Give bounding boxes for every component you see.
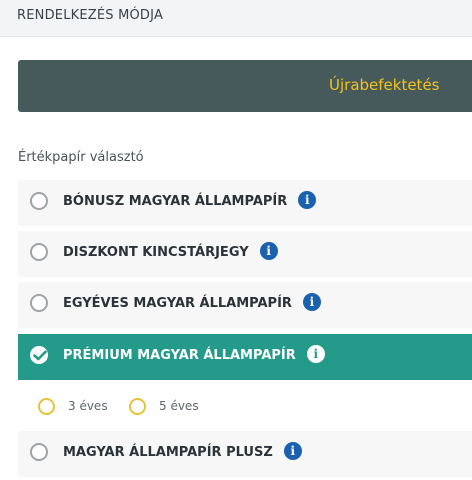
security-option-egyeves[interactable]: EGYÉVES MAGYAR ÁLLAMPAPÍR i <box>18 282 472 328</box>
security-option-text: BÓNUSZ MAGYAR ÁLLAMPAPÍR <box>63 194 288 209</box>
term-option-label: 3 éves <box>68 399 108 413</box>
security-option-plusz[interactable]: MAGYAR ÁLLAMPAPÍR PLUSZ i <box>18 431 472 477</box>
reinvest-button[interactable]: Újrabefektetés <box>18 60 472 112</box>
security-option-text: EGYÉVES MAGYAR ÁLLAMPAPÍR <box>63 296 292 311</box>
security-option-label: PRÉMIUM MAGYAR ÁLLAMPAPÍR i <box>63 345 325 363</box>
security-option-bonusz[interactable]: BÓNUSZ MAGYAR ÁLLAMPAPÍR i <box>18 180 472 226</box>
info-icon[interactable]: i <box>283 442 302 460</box>
radio-button[interactable] <box>38 398 55 415</box>
radio-button[interactable] <box>30 443 48 461</box>
section-header: RENDELKEZÉS MÓDJA <box>0 0 472 37</box>
radio-button[interactable] <box>30 294 48 312</box>
securities-selector-label: Értékpapír választó <box>18 150 144 165</box>
term-option-label: 5 éves <box>159 399 199 413</box>
radio-button[interactable] <box>30 243 48 261</box>
section-title: RENDELKEZÉS MÓDJA <box>17 8 164 23</box>
security-option-label: MAGYAR ÁLLAMPAPÍR PLUSZ i <box>63 442 302 460</box>
checkmark-icon <box>33 350 47 361</box>
radio-button-checked[interactable] <box>30 346 48 364</box>
reinvest-button-label: Újrabefektetés <box>329 76 440 94</box>
security-option-diszkont[interactable]: DISZKONT KINCSTÁRJEGY i <box>18 231 472 277</box>
info-icon[interactable]: i <box>306 345 325 363</box>
security-option-label: BÓNUSZ MAGYAR ÁLLAMPAPÍR i <box>63 191 317 209</box>
radio-button[interactable] <box>30 192 48 210</box>
security-option-label: EGYÉVES MAGYAR ÁLLAMPAPÍR i <box>63 293 321 311</box>
security-option-label: DISZKONT KINCSTÁRJEGY i <box>63 242 278 260</box>
security-option-text: DISZKONT KINCSTÁRJEGY <box>63 245 249 260</box>
info-icon[interactable]: i <box>302 293 321 311</box>
security-option-text: PRÉMIUM MAGYAR ÁLLAMPAPÍR <box>63 348 296 363</box>
radio-button[interactable] <box>129 398 146 415</box>
info-icon[interactable]: i <box>259 242 278 260</box>
info-icon[interactable]: i <box>298 191 317 209</box>
security-option-text: MAGYAR ÁLLAMPAPÍR PLUSZ <box>63 445 273 460</box>
security-option-premium[interactable]: PRÉMIUM MAGYAR ÁLLAMPAPÍR i <box>18 334 472 380</box>
